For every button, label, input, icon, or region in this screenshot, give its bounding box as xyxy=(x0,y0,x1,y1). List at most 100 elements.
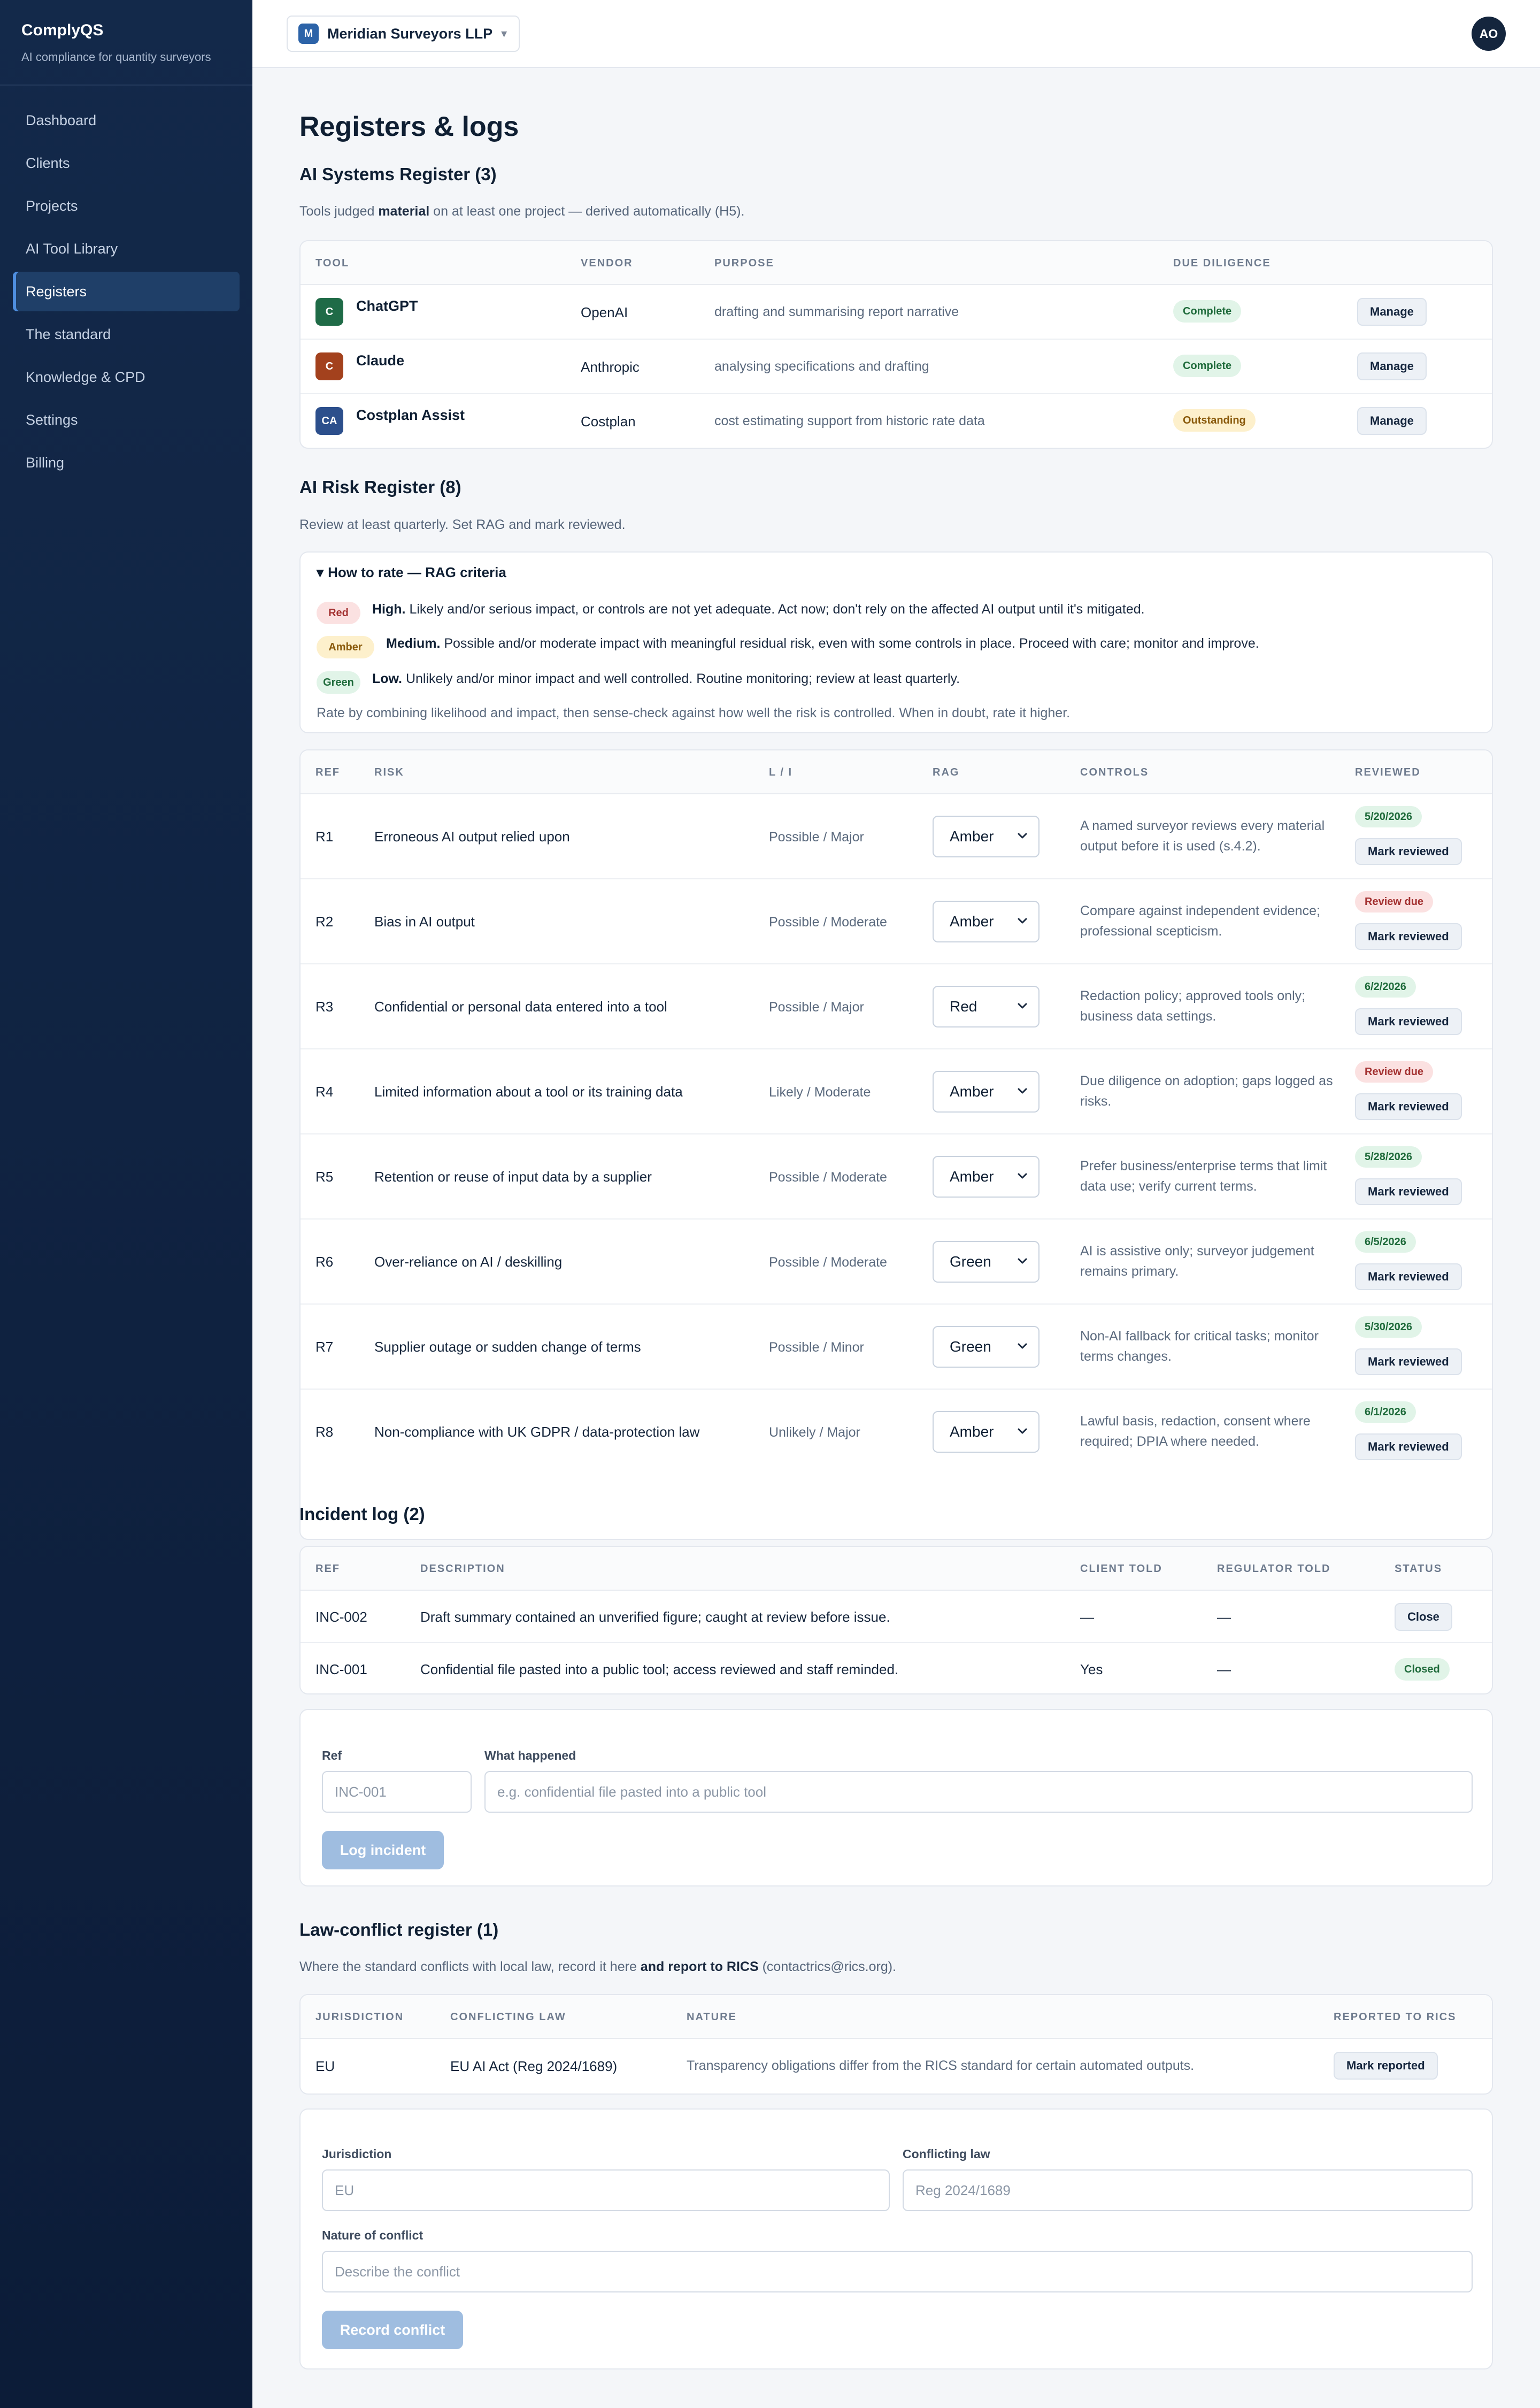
rag-select-value: Amber xyxy=(950,1168,994,1185)
tool-logo-icon: C xyxy=(315,298,343,326)
rag-select[interactable]: Green xyxy=(933,1241,1040,1283)
sidebar-item-projects[interactable]: Projects xyxy=(13,186,240,226)
criteria-toggle[interactable]: ▾ How to rate — RAG criteria xyxy=(317,564,506,581)
chevron-down-icon xyxy=(1016,999,1029,1011)
brand-name[interactable]: ComplyQS xyxy=(21,21,231,40)
incident-ref-input[interactable]: INC-001 xyxy=(322,1771,472,1813)
chevron-down-icon xyxy=(1016,1339,1029,1352)
mark-reviewed-button[interactable]: Mark reviewed xyxy=(1355,1093,1462,1120)
likelihood-impact: Unlikely / Major xyxy=(769,1425,860,1440)
nature-input[interactable]: Describe the conflict xyxy=(322,2251,1473,2292)
rag-select[interactable]: Amber xyxy=(933,1071,1040,1113)
sidebar-item-billing[interactable]: Billing xyxy=(13,443,240,482)
rag-criterion: Medium. Possible and/or moderate impact … xyxy=(386,636,1259,651)
column-header: REF xyxy=(315,1563,340,1575)
mark-reviewed-button[interactable]: Mark reviewed xyxy=(1355,1008,1462,1035)
client-told: Yes xyxy=(1080,1661,1103,1677)
mark-reviewed-button[interactable]: Mark reviewed xyxy=(1355,923,1462,950)
risk-ref: R1 xyxy=(315,829,334,845)
rag-select[interactable]: Red xyxy=(933,986,1040,1027)
rag-select[interactable]: Amber xyxy=(933,1411,1040,1453)
topbar: M Meridian Surveyors LLP ▾ AO xyxy=(252,0,1540,68)
table-row: R4 Limited information about a tool or it… xyxy=(301,1049,1492,1134)
rag-select[interactable]: Amber xyxy=(933,1156,1040,1198)
table-row: R3 Confidential or personal data entered … xyxy=(301,964,1492,1049)
column-header: CONTROLS xyxy=(1080,766,1149,778)
incident-what-input[interactable]: e.g. confidential file pasted into a pub… xyxy=(484,1771,1473,1813)
mark-reviewed-button[interactable]: Mark reviewed xyxy=(1355,1348,1462,1375)
rag-green-badge: Green xyxy=(317,671,360,694)
ai-systems-heading: AI Systems Register (3) xyxy=(299,164,497,184)
vendor: Anthropic xyxy=(581,359,640,375)
mark-reviewed-button[interactable]: Mark reviewed xyxy=(1355,838,1462,865)
jurisdiction-label: Jurisdiction xyxy=(322,2147,392,2161)
risk-ref: R4 xyxy=(315,1084,334,1100)
risk-ref: R3 xyxy=(315,999,334,1015)
conflicting-law-input[interactable]: Reg 2024/1689 xyxy=(903,2169,1473,2211)
column-header: STATUS xyxy=(1395,1563,1443,1575)
sidebar-item-clients[interactable]: Clients xyxy=(13,143,240,183)
sidebar-item-ai-tool-library[interactable]: AI Tool Library xyxy=(13,229,240,269)
mark-reviewed-button[interactable]: Mark reviewed xyxy=(1355,1178,1462,1205)
page-title: Registers & logs xyxy=(299,111,519,142)
record-conflict-button[interactable]: Record conflict xyxy=(322,2311,463,2349)
ai-risk-table: REF RISK L / I RAG CONTROLS REVIEWED R1 Erroneo… xyxy=(299,749,1493,1540)
rag-red-badge: Red xyxy=(317,602,360,624)
table-row: C ChatGPT OpenAI drafting and summarising r… xyxy=(301,285,1492,340)
rag-select-value: Amber xyxy=(950,828,994,845)
due-diligence-badge: Outstanding xyxy=(1173,409,1256,432)
manage-button[interactable]: Manage xyxy=(1357,352,1427,380)
sidebar-item-registers[interactable]: Registers xyxy=(13,272,240,311)
law-conflict-table: JURISDICTION CONFLICTING LAW NATURE REPORTE… xyxy=(299,1994,1493,2095)
likelihood-impact: Likely / Moderate xyxy=(769,1085,871,1100)
review-status-badge: 6/1/2026 xyxy=(1355,1401,1416,1423)
mark-reviewed-button[interactable]: Mark reviewed xyxy=(1355,1263,1462,1290)
sidebar-item-the-standard[interactable]: The standard xyxy=(13,315,240,354)
risk-description: Over-reliance on AI / deskilling xyxy=(374,1254,563,1270)
table-header: REF RISK L / I RAG CONTROLS REVIEWED xyxy=(301,750,1492,794)
sidebar-item-knowledge-cpd[interactable]: Knowledge & CPD xyxy=(13,357,240,397)
conflict-nature: Transparency obligations differ from the… xyxy=(687,2058,1195,2073)
manage-button[interactable]: Manage xyxy=(1357,298,1427,326)
chevron-down-icon xyxy=(1016,1424,1029,1437)
user-avatar[interactable]: AO xyxy=(1472,17,1506,51)
log-incident-button[interactable]: Log incident xyxy=(322,1831,444,1869)
rag-select-value: Amber xyxy=(950,1423,994,1440)
column-header: REPORTED TO RICS xyxy=(1334,2011,1457,2023)
rag-select[interactable]: Green xyxy=(933,1326,1040,1368)
organisation-switcher[interactable]: M Meridian Surveyors LLP ▾ xyxy=(287,16,520,52)
review-status-badge: 6/2/2026 xyxy=(1355,976,1416,998)
risk-description: Supplier outage or sudden change of term… xyxy=(374,1339,641,1355)
table-row: R8 Non-compliance with UK GDPR / data-pro… xyxy=(301,1390,1492,1475)
rag-select[interactable]: Amber xyxy=(933,816,1040,857)
incident-ref: INC-002 xyxy=(315,1609,367,1625)
rag-select[interactable]: Amber xyxy=(933,901,1040,942)
rag-amber-badge: Amber xyxy=(317,636,374,658)
chevron-down-icon: ▾ xyxy=(501,27,507,40)
table-row: INC-001 Confidential file pasted into a p… xyxy=(301,1643,1492,1693)
vendor: Costplan xyxy=(581,413,636,430)
criteria-footer: Rate by combining likelihood and impact,… xyxy=(317,705,1071,720)
sidebar-nav: Dashboard Clients Projects AI Tool Library R… xyxy=(0,86,252,501)
risk-controls: Prefer business/enterprise terms that li… xyxy=(1080,1159,1327,1194)
risk-description: Retention or reuse of input data by a su… xyxy=(374,1169,652,1185)
manage-button[interactable]: Manage xyxy=(1357,407,1427,435)
column-header: JURISDICTION xyxy=(315,2011,404,2023)
risk-ref: R6 xyxy=(315,1254,334,1270)
close-incident-button[interactable]: Close xyxy=(1395,1603,1452,1631)
rag-select-value: Amber xyxy=(950,1083,994,1100)
column-header: PURPOSE xyxy=(714,257,774,269)
jurisdiction-input[interactable]: EU xyxy=(322,2169,890,2211)
regulator-told: — xyxy=(1217,1609,1231,1625)
likelihood-impact: Possible / Major xyxy=(769,830,864,845)
column-header: VENDOR xyxy=(581,257,633,269)
law-conflict-intro: Where the standard conflicts with local … xyxy=(299,1959,897,1974)
mark-reported-button[interactable]: Mark reported xyxy=(1334,2052,1438,2080)
rag-criteria-panel[interactable]: ▾ How to rate — RAG criteria Red High. Like… xyxy=(299,551,1493,733)
mark-reviewed-button[interactable]: Mark reviewed xyxy=(1355,1433,1462,1460)
incident-description: Draft summary contained an unverified fi… xyxy=(420,1609,890,1625)
sidebar-item-settings[interactable]: Settings xyxy=(13,400,240,440)
sidebar-item-dashboard[interactable]: Dashboard xyxy=(13,101,240,140)
jurisdiction: EU xyxy=(315,2058,335,2074)
conflicting-law-label: Conflicting law xyxy=(903,2147,990,2161)
